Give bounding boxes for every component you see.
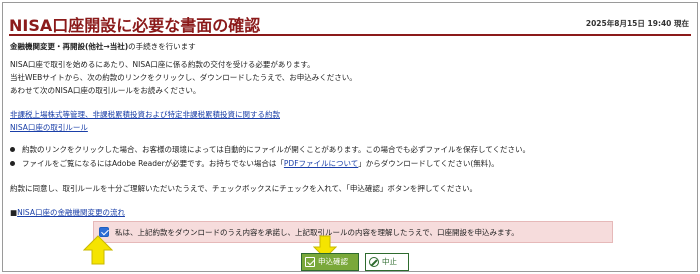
apply-confirm-label: 申込確認 xyxy=(318,257,348,266)
intro-line-3: あわせて次のNISA口座の取引ルールをお読みください。 xyxy=(10,86,201,95)
intro-line-2: 当社WEBサイトから、次の約款のリンクをクリックし、ダウンロードしたうえで、お申… xyxy=(10,73,357,82)
transfer-flow-line: ■NISA口座の金融機関変更の流れ xyxy=(10,206,125,219)
cancel-button[interactable]: 中止 xyxy=(365,253,409,271)
timestamp: 2025年8月15日 19:40 現在 xyxy=(585,19,689,28)
apply-confirm-button[interactable]: 申込確認 xyxy=(301,253,359,271)
instruction-text: 約款に同意し、取引ルールを十分ご理解いただいたうえで、チェックボックスにチェック… xyxy=(10,184,477,193)
page-frame: NISA口座開設に必要な書面の確認 2025年8月15日 19:40 現在 金融… xyxy=(2,2,698,272)
agreement-box: 私は、上記約款をダウンロードのうえ内容を承諾し、上記取引ルールの内容を理解したう… xyxy=(93,221,613,243)
trading-rules-link[interactable]: NISA口座の取引ルール xyxy=(10,121,88,134)
note-auto-open: 約款のリンクをクリックした場合、お客様の環境によっては自動的にファイルが開くこと… xyxy=(9,145,531,154)
arrow-up-icon xyxy=(83,235,113,265)
procedure-type: 金融機関変更・再開設(他社→当社) xyxy=(10,42,129,51)
terms-pdf-link[interactable]: 非課税上場株式等管理、非課税累積投資および特定非課税累積投資に関する約款 xyxy=(10,108,280,121)
check-icon xyxy=(305,257,315,267)
transfer-flow-link[interactable]: NISA口座の金融機関変更の流れ xyxy=(17,208,125,217)
procedure-rest: の手続きを行います xyxy=(128,42,196,51)
page-title: NISA口座開設に必要な書面の確認 xyxy=(9,16,261,35)
cancel-label: 中止 xyxy=(382,257,397,266)
note-adobe-reader: ファイルをご覧になるにはAdobe Readerが必要です。お持ちでない場合は「… xyxy=(10,157,499,170)
procedure-line: 金融機関変更・再開設(他社→当社)の手続きを行います xyxy=(10,40,196,53)
note-adobe-pre: ファイルをご覧になるにはAdobe Readerが必要です。お持ちでない場合は「 xyxy=(22,159,284,168)
cancel-icon xyxy=(369,257,379,267)
note-adobe-post: 」からダウンロードしてください(無料)。 xyxy=(358,159,499,168)
intro-line-1: NISA口座で取引を始めるにあたり、NISA口座に係る約款の交付を受ける必要があ… xyxy=(10,60,315,69)
title-divider xyxy=(9,34,691,36)
pdf-info-link[interactable]: PDFファイルについて xyxy=(284,159,358,168)
